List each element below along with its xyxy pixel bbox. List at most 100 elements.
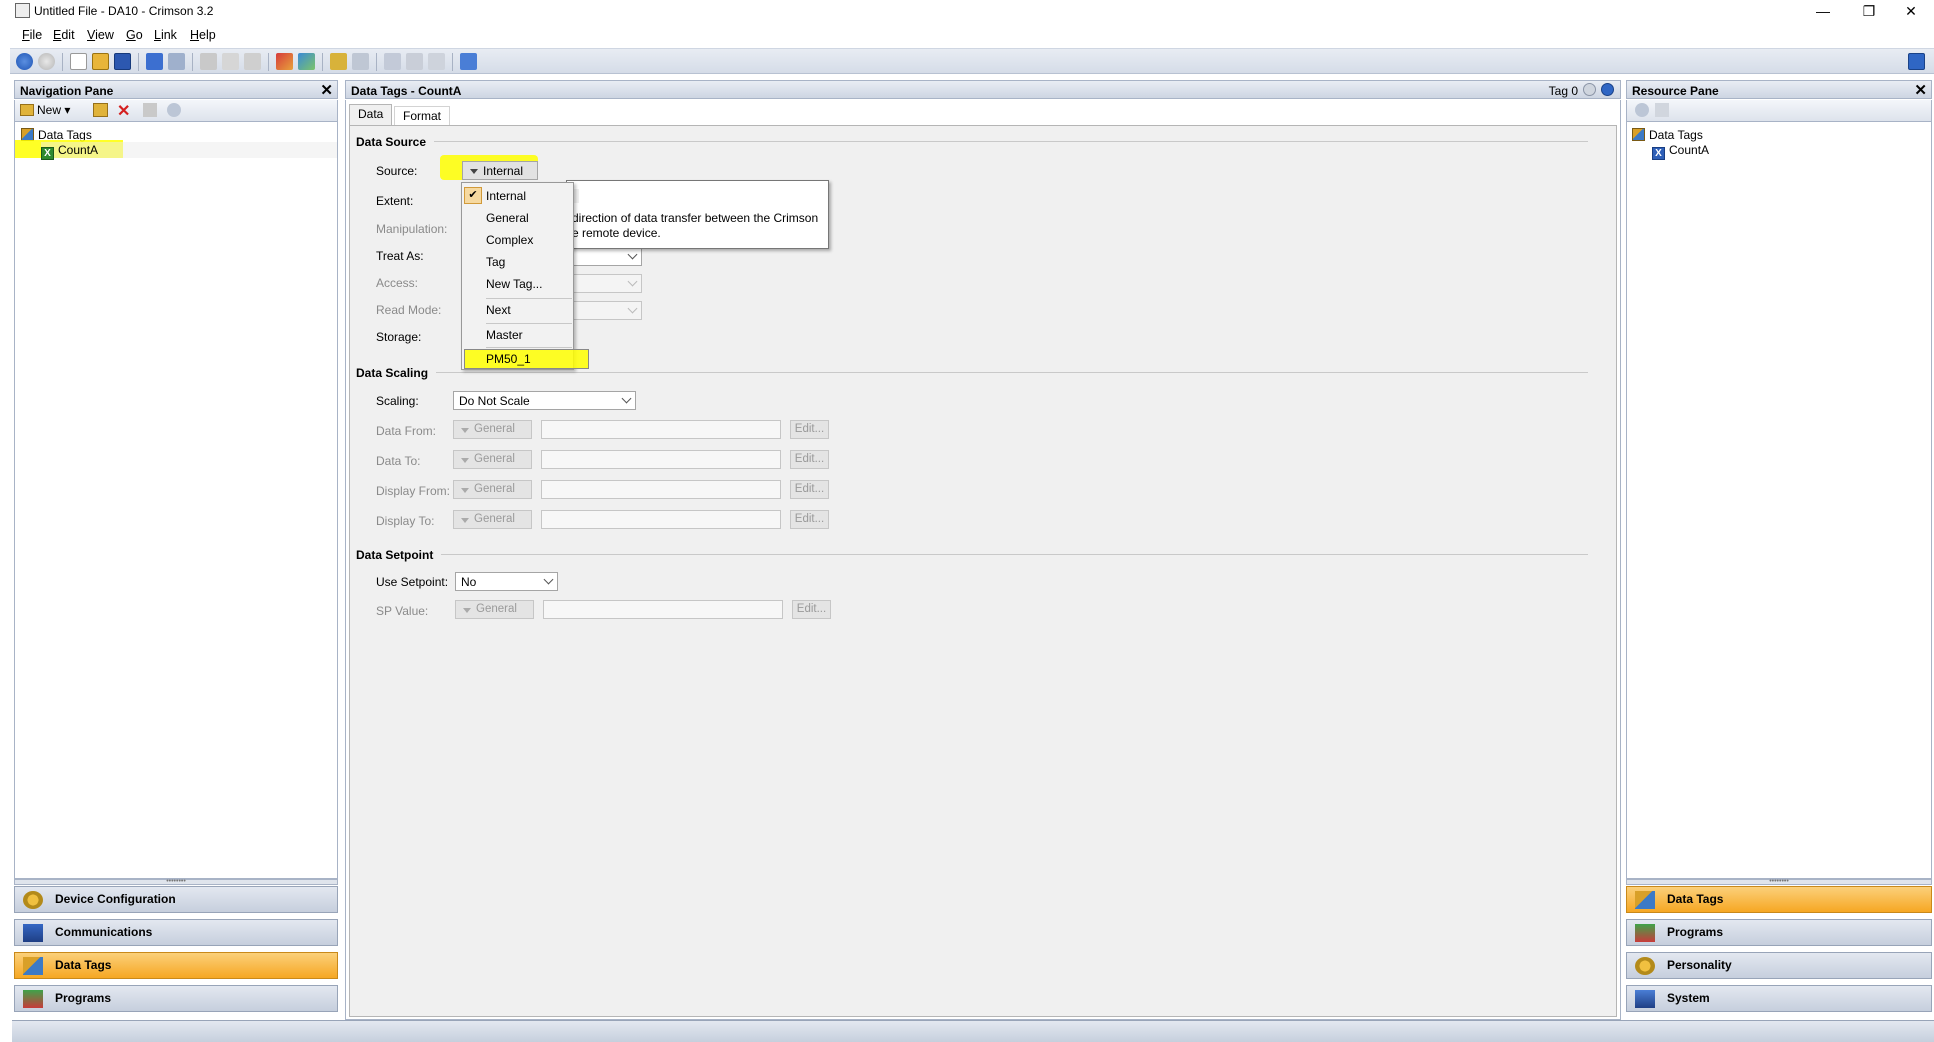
pane-splitter[interactable]: •••••••• [1626,878,1932,885]
resource-toolbar [1626,100,1932,122]
display-from-input[interactable] [541,480,781,499]
category-programs[interactable]: Programs [14,985,338,1012]
menu-file[interactable]: File [22,28,42,42]
resource-category-data-tags[interactable]: Data Tags [1626,886,1932,913]
menu-help[interactable]: Help [190,28,216,42]
display-to-edit-button[interactable]: Edit... [790,510,829,529]
find-next-icon[interactable] [406,53,423,70]
source-dropdown-menu: ✔ Internal General Complex Tag New Tag..… [461,182,589,370]
close-icon[interactable]: ✕ [320,81,333,99]
new-button[interactable]: New ▾ [20,103,70,117]
device-icon[interactable] [352,53,369,70]
upload-icon[interactable] [146,53,163,70]
resource-item-counta[interactable]: X CountA [1652,142,1709,160]
data-to-input[interactable] [541,450,781,469]
dropdown-item-internal[interactable]: Internal [486,189,526,203]
dropdown-item-pm50-1[interactable]: PM50_1 [486,352,531,366]
sp-value-type-button[interactable]: General [455,600,534,619]
new-item-icon [20,104,34,116]
back-icon[interactable] [16,53,33,70]
access-select[interactable] [570,274,642,293]
properties-icon[interactable] [1655,103,1669,117]
chevron-down-icon [627,276,638,287]
app-icon[interactable] [15,3,30,18]
display-to-type-button[interactable]: General [453,510,532,529]
new-file-icon[interactable] [70,53,87,70]
replace-icon[interactable] [428,53,445,70]
navigation-pane-header: Navigation Pane ✕ [14,80,338,99]
menu-go[interactable]: Go [126,28,143,42]
data-from-edit-button[interactable]: Edit... [790,420,829,439]
display-from-edit-button[interactable]: Edit... [790,480,829,499]
search-icon[interactable] [384,53,401,70]
properties-icon[interactable] [143,103,157,117]
menu-edit[interactable]: Edit [53,28,75,42]
dropdown-item-next[interactable]: Next [486,303,511,317]
forward-icon[interactable] [38,53,55,70]
previous-tag-icon[interactable] [1583,83,1596,96]
find-icon[interactable] [1635,103,1649,117]
use-setpoint-label: Use Setpoint: [376,575,449,589]
tab-data[interactable]: Data [349,104,393,125]
resource-category-programs[interactable]: Programs [1626,919,1932,946]
help-icon[interactable] [1908,53,1925,70]
wand-icon[interactable] [460,53,477,70]
window-title: Untitled File - DA10 - Crimson 3.2 [34,4,214,18]
data-to-type-button[interactable]: General [453,450,532,469]
chevron-down-icon [627,303,638,314]
download-icon[interactable] [168,53,185,70]
sp-value-edit-button[interactable]: Edit... [792,600,831,619]
save-icon[interactable] [114,53,131,70]
close-icon[interactable]: ✕ [1914,81,1927,99]
toolbar-separator [138,53,139,71]
menu-link[interactable]: Link [154,28,177,42]
category-communications[interactable]: Communications [14,919,338,946]
category-data-tags[interactable]: Data Tags [14,952,338,979]
dropdown-item-new-tag[interactable]: New Tag... [486,277,542,291]
pane-splitter[interactable]: •••••••• [14,878,338,885]
menu-view[interactable]: View [87,28,114,42]
treat-as-select[interactable] [570,247,642,266]
display-to-input[interactable] [541,510,781,529]
use-setpoint-select[interactable]: No [455,572,558,591]
dropdown-item-master[interactable]: Master [486,328,523,342]
dropdown-item-complex[interactable]: Complex [486,233,533,247]
display-from-label: Display From: [376,484,451,498]
resource-category-personality[interactable]: Personality [1626,952,1932,979]
tag-icon: X [41,147,54,160]
restore-button[interactable]: ❐ [1846,0,1892,22]
data-to-edit-button[interactable]: Edit... [790,450,829,469]
category-device-configuration[interactable]: Device Configuration [14,886,338,913]
find-icon[interactable] [167,103,181,117]
dropdown-item-tag[interactable]: Tag [486,255,505,269]
source-dropdown-button[interactable]: Internal [462,161,538,180]
open-folder-icon[interactable] [92,53,109,70]
data-from-type-button[interactable]: General [453,420,532,439]
storage-label: Storage: [376,330,422,344]
compile-icon[interactable] [276,53,293,70]
tree-item-counta[interactable]: X CountA [41,142,337,160]
copy-icon[interactable] [222,53,239,70]
dropdown-separator [486,347,572,348]
paste-icon[interactable] [244,53,261,70]
display-from-type-button[interactable]: General [453,480,532,499]
data-from-input[interactable] [541,420,781,439]
minimize-button[interactable]: — [1800,0,1846,22]
manipulation-label: Manipulation: [376,222,448,236]
resource-item-data-tags[interactable]: Data Tags [1632,127,1703,143]
next-tag-icon[interactable] [1601,83,1614,96]
add-folder-icon[interactable] [93,103,108,117]
read-mode-select[interactable] [570,301,642,320]
resource-category-system[interactable]: System [1626,985,1932,1012]
translate-icon[interactable] [298,53,315,70]
read-mode-label: Read Mode: [376,303,442,317]
tab-format[interactable]: Format [394,106,451,125]
close-button[interactable]: ✕ [1888,0,1934,22]
sp-value-input[interactable] [543,600,783,619]
cut-icon[interactable] [200,53,217,70]
delete-icon[interactable]: ✕ [117,101,130,121]
dropdown-item-general[interactable]: General [486,211,529,225]
link-icon[interactable] [330,53,347,70]
scaling-select[interactable]: Do Not Scale [453,391,636,410]
resource-pane-title: Resource Pane [1632,84,1719,98]
